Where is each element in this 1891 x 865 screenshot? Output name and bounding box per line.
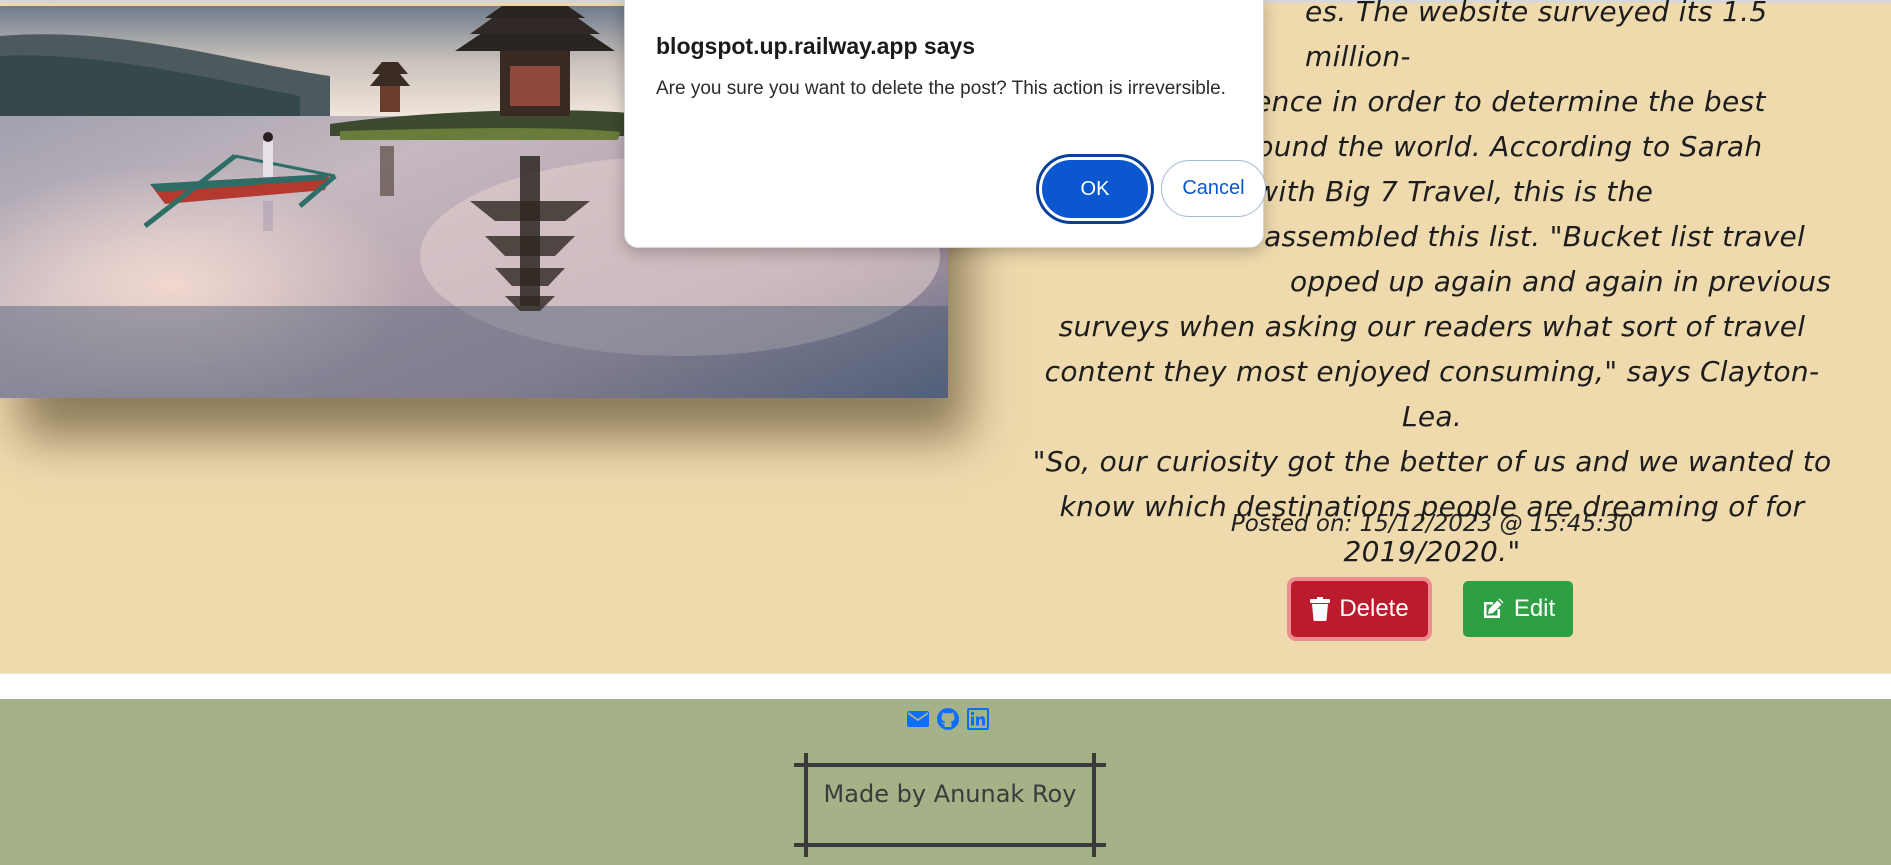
confirm-dialog: blogspot.up.railway.app says Are you sur…: [624, 0, 1266, 248]
ok-button[interactable]: OK: [1039, 157, 1151, 221]
github-icon[interactable]: [936, 707, 960, 731]
cancel-button[interactable]: Cancel: [1161, 160, 1266, 217]
dialog-message: Are you sure you want to delete the post…: [656, 78, 1226, 99]
edit-label: Edit: [1513, 595, 1556, 622]
delete-label: Delete: [1339, 595, 1409, 622]
dialog-title: blogspot.up.railway.app says: [656, 33, 976, 59]
envelope-icon[interactable]: [906, 707, 930, 731]
edit-button[interactable]: Edit: [1463, 581, 1573, 637]
footer-divider: [0, 673, 1891, 699]
footer: Made by Anunak Roy: [0, 699, 1891, 865]
post-body-line: content they most enjoyed consuming," sa…: [1044, 355, 1820, 433]
trash-icon: [1310, 597, 1331, 621]
footer-credit: Made by Anunak Roy: [823, 780, 1077, 808]
post-date: Posted on: 15/12/2023 @ 15:45:30: [1230, 511, 1634, 537]
post-body-line: "So, our curiosity got the better of us …: [1032, 445, 1832, 478]
credit-frame: Made by Anunak Roy: [794, 753, 1106, 857]
post-body-line: surveys when asking our readers what sor…: [1058, 310, 1806, 343]
social-links: [906, 707, 990, 731]
linkedin-icon[interactable]: [966, 707, 990, 731]
pencil-square-icon: [1481, 597, 1505, 621]
delete-button[interactable]: Delete: [1291, 581, 1428, 637]
post-body-line: opped up again and again in previous: [1290, 265, 1832, 298]
